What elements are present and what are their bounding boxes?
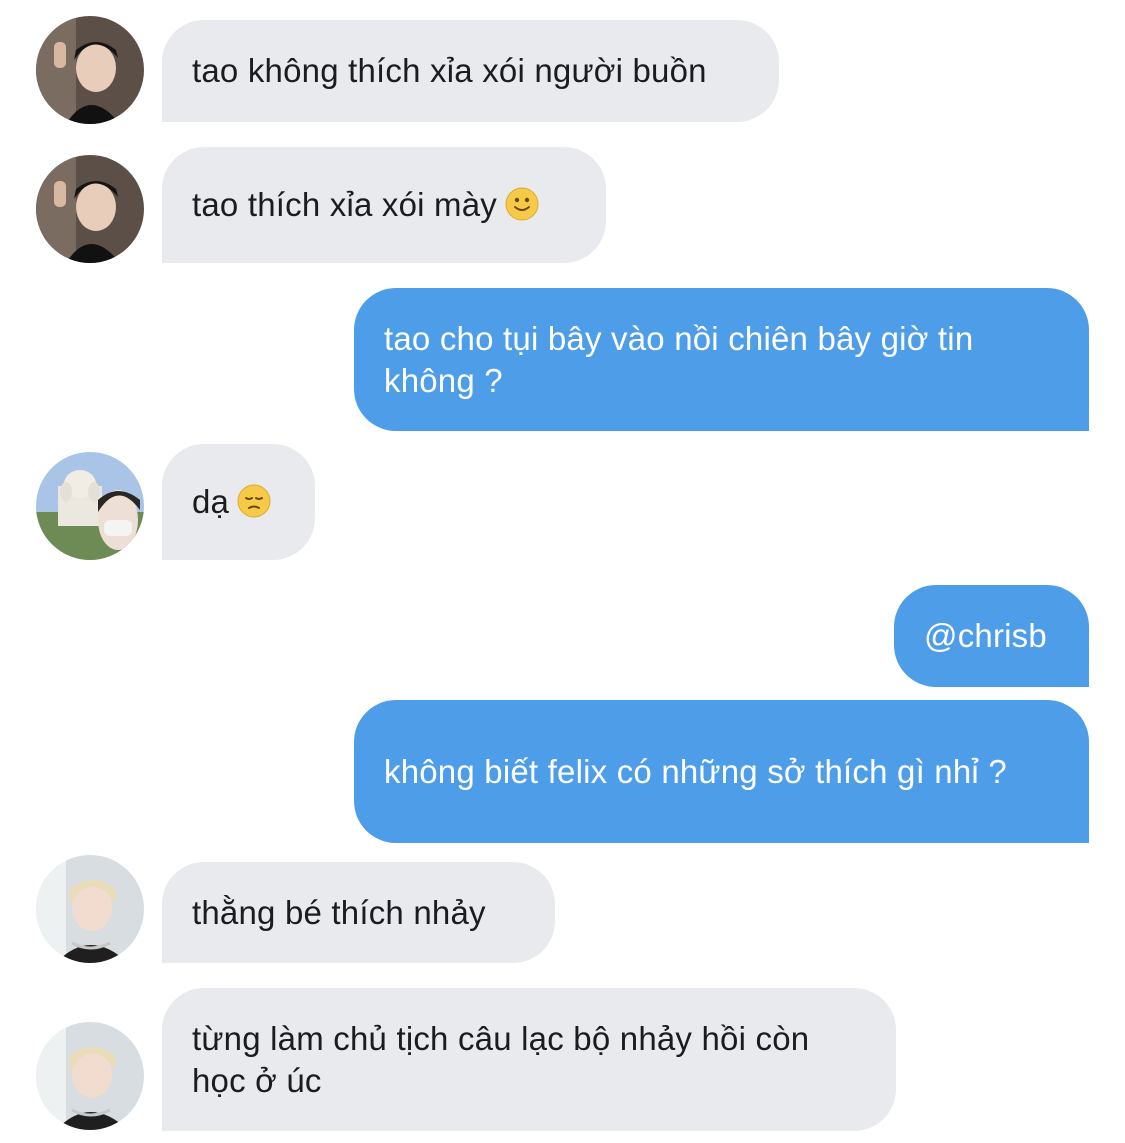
message-bubble[interactable]: thằng bé thích nhảy xyxy=(162,862,555,963)
avatar[interactable] xyxy=(36,855,144,963)
pensive-face-icon xyxy=(237,484,271,518)
message-bubble[interactable]: @chrisb xyxy=(894,585,1089,687)
message-bubble[interactable]: dạ xyxy=(162,444,315,560)
avatar[interactable] xyxy=(36,1022,144,1130)
message-bubble[interactable]: tao không thích xỉa xói người buồn xyxy=(162,20,779,122)
message-bubble[interactable]: không biết felix có những sở thích gì nh… xyxy=(354,700,1089,843)
message-bubble[interactable]: từng làm chủ tịch câu lạc bộ nhảy hồi cò… xyxy=(162,988,896,1131)
message-text: tao thích xỉa xói mày xyxy=(192,184,539,226)
message-text: tao không thích xỉa xói người buồn xyxy=(192,52,707,89)
message-text: @chrisb xyxy=(924,617,1047,654)
message-text: tao cho tụi bây vào nồi chiên bây giờ ti… xyxy=(384,319,974,399)
message-bubble[interactable]: tao thích xỉa xói mày xyxy=(162,147,606,263)
message-text: thằng bé thích nhảy xyxy=(192,893,486,931)
avatar[interactable] xyxy=(36,155,144,263)
message-text: không biết felix có những sở thích gì nh… xyxy=(384,752,1007,790)
avatar[interactable] xyxy=(36,16,144,124)
message-text-content: tao thích xỉa xói mày xyxy=(192,186,498,223)
message-text: từng làm chủ tịch câu lạc bộ nhảy hồi cò… xyxy=(192,1019,810,1099)
avatar[interactable] xyxy=(36,452,144,560)
message-bubble[interactable]: tao cho tụi bây vào nồi chiên bây giờ ti… xyxy=(354,288,1089,431)
message-text: dạ xyxy=(192,481,271,523)
slightly-smiling-face-icon xyxy=(505,187,539,221)
message-text-content: dạ xyxy=(192,483,230,520)
